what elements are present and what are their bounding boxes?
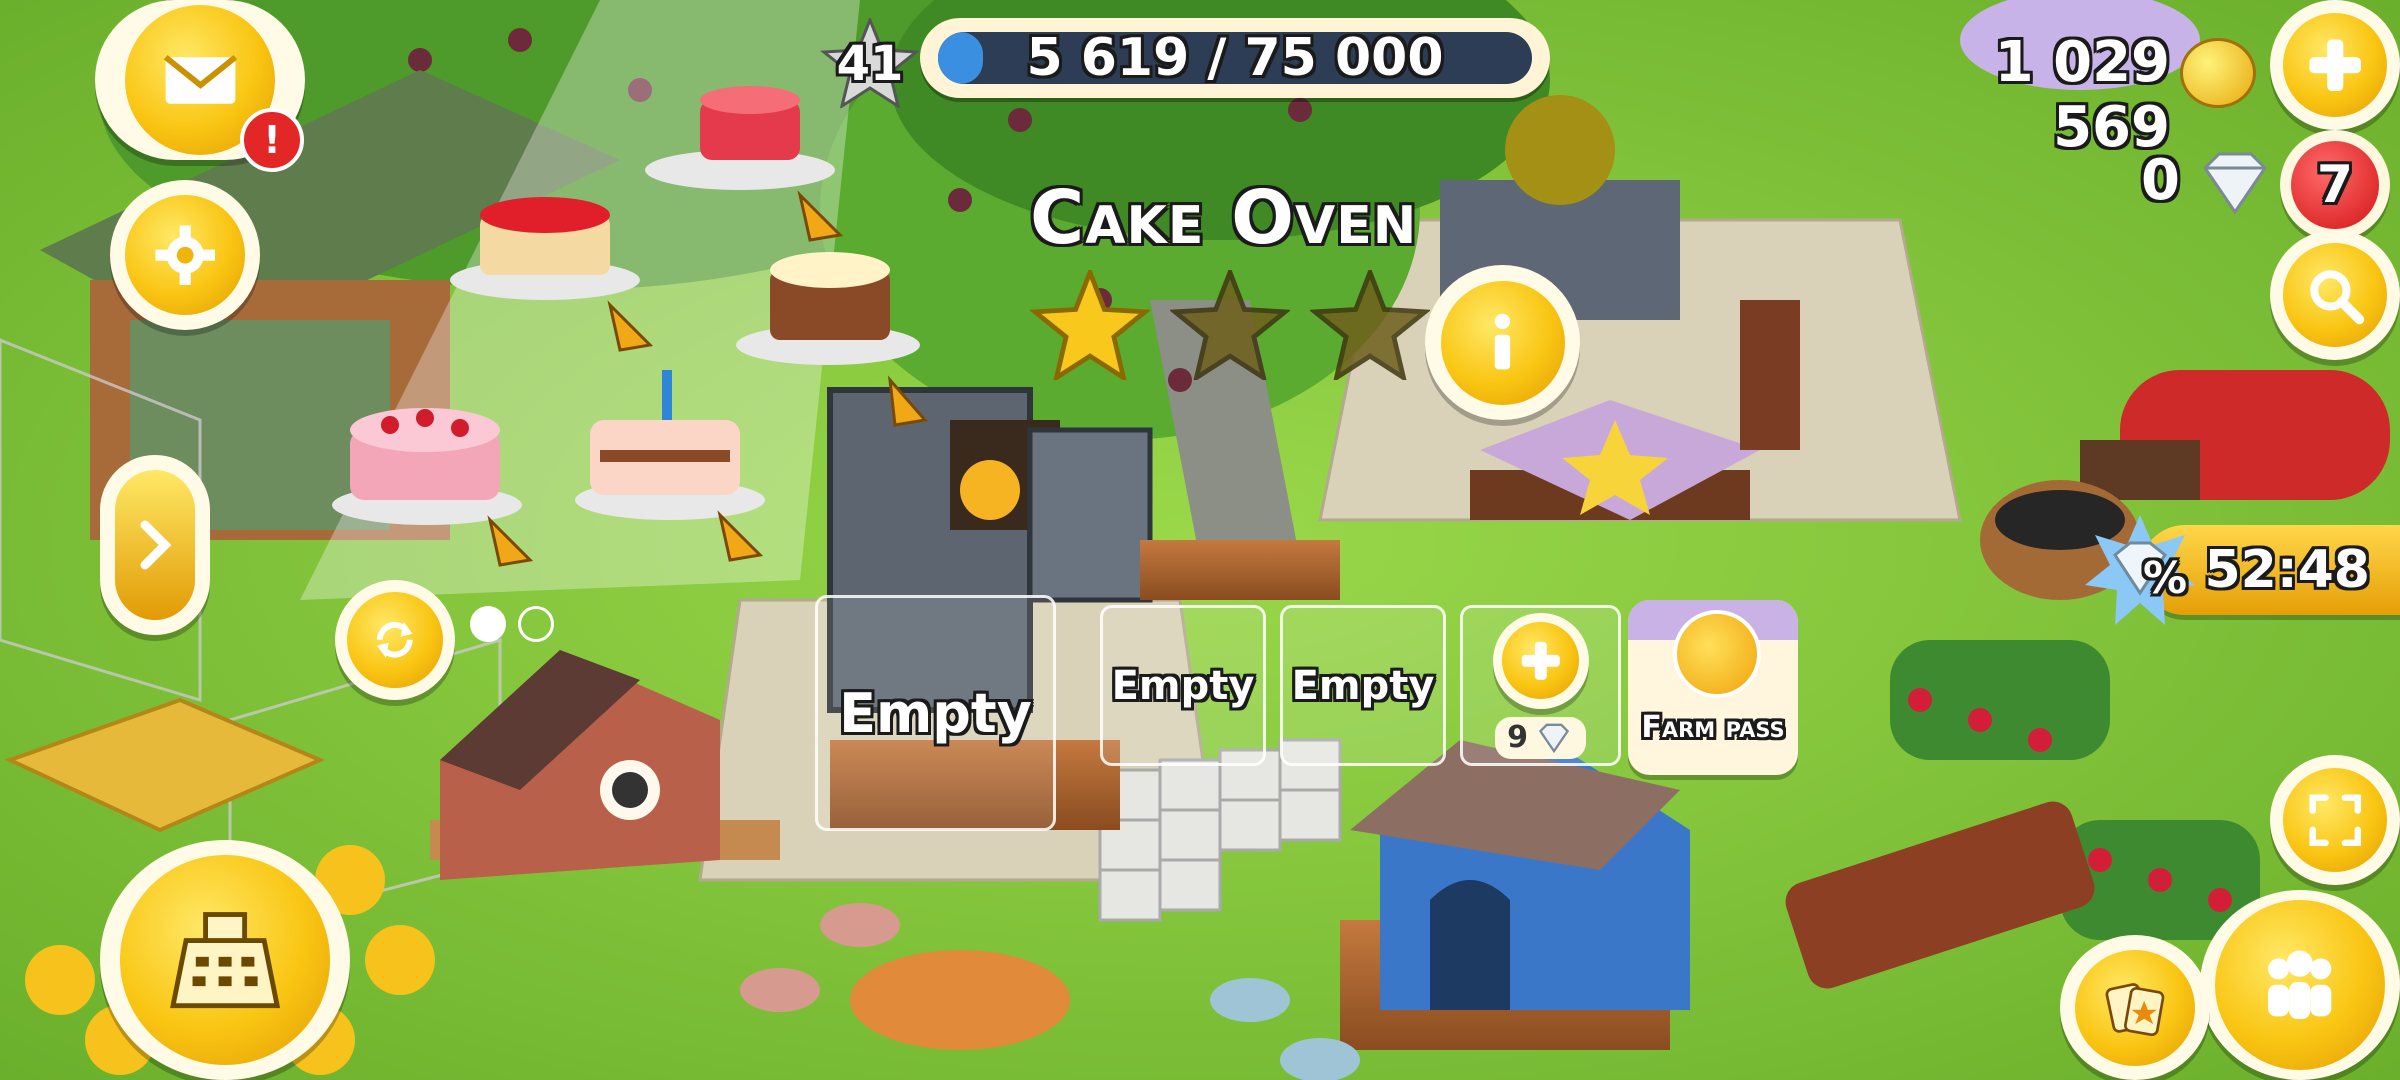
add-slot-cost: 9 <box>1507 720 1528 755</box>
gear-icon <box>155 225 215 285</box>
building-stars <box>1030 270 1430 380</box>
queue-slot-2[interactable]: Empty <box>1100 605 1266 766</box>
search-button[interactable] <box>2270 230 2400 360</box>
star-icon <box>1310 270 1430 380</box>
recipe-page-dots <box>470 606 554 642</box>
offer-timer-text: 52:48 <box>2204 540 2370 600</box>
notification-badge[interactable]: 7 <box>2280 130 2390 240</box>
queue-slot-label: Empty <box>1291 662 1435 709</box>
farm-pass-icon <box>1673 610 1761 698</box>
mail-alert-badge: ! <box>240 108 304 172</box>
cash-register-icon <box>169 911 281 1009</box>
exclamation-icon: ! <box>263 118 281 162</box>
add-slot-button[interactable]: 9 <box>1460 605 1621 766</box>
diamond-icon <box>2203 152 2267 215</box>
star-icon <box>1170 270 1290 380</box>
friends-icon <box>2268 950 2332 1020</box>
refresh-recipes-button[interactable] <box>335 580 455 700</box>
queue-slot-3[interactable]: Empty <box>1280 605 1446 766</box>
plus-icon <box>1521 641 1560 680</box>
page-dot-2[interactable] <box>518 606 554 642</box>
expand-menu-button[interactable] <box>100 455 210 635</box>
diamond-icon <box>1538 723 1570 753</box>
notification-count: 7 <box>2316 155 2354 215</box>
farm-pass-label: Farm pass <box>1641 710 1785 745</box>
expand-view-button[interactable] <box>2270 755 2400 885</box>
friends-button[interactable] <box>2200 890 2400 1080</box>
xp-text: 5 619 / 75 000 <box>1026 28 1444 88</box>
queue-slot-1[interactable]: Empty <box>815 595 1056 831</box>
chevron-right-icon <box>140 520 172 570</box>
buy-coins-button[interactable] <box>2270 0 2400 130</box>
building-title: Cake Oven <box>1030 175 1418 261</box>
roadside-shop-button[interactable] <box>100 840 350 1080</box>
sale-percent: % <box>2143 553 2188 604</box>
recipe-strawberry-cake[interactable] <box>332 408 522 525</box>
settings-button[interactable] <box>110 180 260 330</box>
xp-bar[interactable]: 5 619 / 75 000 <box>920 18 1550 98</box>
queue-slot-label: Empty <box>1111 662 1255 709</box>
queue-slot-label: Empty <box>839 681 1032 745</box>
magnifier-icon <box>2310 270 2365 325</box>
level-badge[interactable]: 41 <box>820 15 920 110</box>
envelope-icon <box>163 54 237 104</box>
refresh-icon <box>377 622 413 658</box>
cards-icon <box>2105 982 2165 1036</box>
star-icon <box>1030 270 1150 380</box>
level-number: 41 <box>836 36 904 92</box>
sale-badge[interactable]: % <box>2085 515 2195 625</box>
farm-pass-button[interactable]: Farm pass <box>1628 600 1798 775</box>
page-dot-1[interactable] <box>470 606 506 642</box>
coin-count: 1 029 569 <box>1994 30 2170 160</box>
info-icon <box>1494 313 1511 370</box>
diamond-count: 0 <box>2141 148 2180 213</box>
plus-icon <box>2309 39 2361 91</box>
info-button[interactable] <box>1425 265 1580 420</box>
expand-arrows-icon <box>2309 794 2361 846</box>
cards-button[interactable] <box>2060 935 2210 1080</box>
coin-icon <box>2180 38 2256 108</box>
